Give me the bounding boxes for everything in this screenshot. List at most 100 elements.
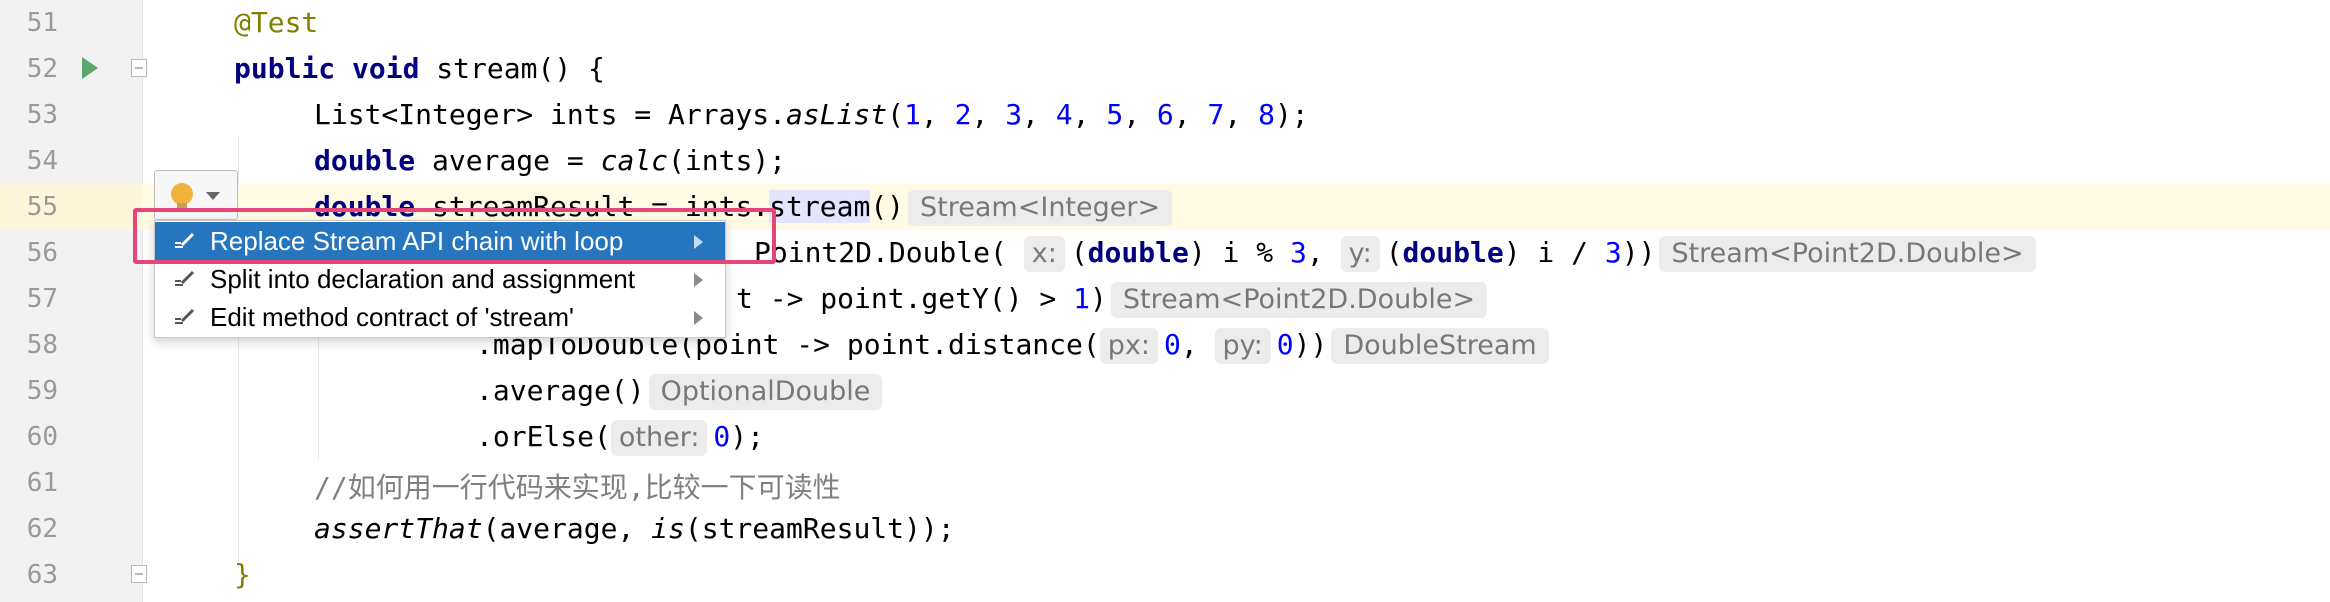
closing-brace: } [234, 558, 251, 591]
code-segment: ( [887, 98, 905, 131]
code-segment: )) [1621, 236, 1656, 269]
number-literal: 3 [1289, 236, 1307, 269]
type-hint: Stream<Point2D.Double> [1659, 236, 2036, 272]
menu-item-edit-method-contract[interactable]: Edit method contract of 'stream' [155, 298, 725, 336]
code-text[interactable]: List<Integer> ints = Arrays.asList(1, 2,… [314, 98, 1309, 131]
code-line-52[interactable]: 52 public void stream() { [0, 46, 2330, 92]
type-hint: Stream<Integer> [908, 190, 1173, 226]
gutter-cell: 58 [0, 322, 142, 368]
code-text[interactable]: @Test [234, 6, 318, 39]
gutter-cell: 55 [0, 184, 142, 230]
number-literal: 0 [1163, 328, 1181, 361]
menu-item-label: Split into declaration and assignment [210, 264, 635, 294]
code-line-61[interactable]: 61 //如何用一行代码来实现,比较一下可读性 [0, 460, 2330, 506]
code-line-62[interactable]: 62 assertThat(average, is(streamResult))… [0, 506, 2330, 552]
code-segment: ) i / [1503, 236, 1605, 269]
number-literal: 3 [1604, 236, 1622, 269]
code-text[interactable]: t -> point.getY() > 1) Stream<Point2D.Dou… [736, 282, 1488, 318]
code-line-60[interactable]: 60 .orElse(other: 0); [0, 414, 2330, 460]
gutter-cell: 60 [0, 414, 142, 460]
line-number: 59 [26, 376, 58, 406]
code-text[interactable]: } [234, 558, 251, 591]
gutter-cell: 57 [0, 276, 142, 322]
line-number: 55 [26, 192, 58, 222]
static-method: assertThat [314, 512, 483, 545]
line-number: 60 [26, 422, 58, 452]
keyword: double [1087, 236, 1189, 269]
code-line-59[interactable]: 59 .average() OptionalDouble [0, 368, 2330, 414]
code-segment: stream() { [419, 52, 605, 85]
code-segment: Point2D.Double( [754, 236, 1007, 269]
annotation: @Test [234, 6, 319, 39]
number-literal: 1 [1073, 282, 1091, 315]
number-literal: 6 [1156, 98, 1174, 131]
static-method: is [651, 512, 685, 545]
highlighted-identifier[interactable]: stream [769, 190, 871, 223]
code-line-63[interactable]: 63 } [0, 552, 2330, 598]
pencil-icon [175, 308, 195, 324]
code-text[interactable]: public void stream() { [234, 52, 605, 85]
fold-end-icon[interactable] [131, 565, 147, 583]
line-number: 53 [26, 100, 58, 130]
keyword: void [352, 52, 420, 85]
code-segment: ); [730, 420, 764, 453]
code-segment: () [870, 190, 905, 223]
type-hint: Stream<Point2D.Double> [1110, 282, 1488, 318]
code-segment: .average() [476, 374, 645, 407]
number-literal: 0 [713, 420, 731, 453]
code-text[interactable]: .orElse(other: 0); [476, 420, 764, 456]
chevron-down-icon [206, 192, 220, 200]
line-number: 62 [26, 514, 58, 544]
code-text[interactable]: double average = calc(ints); [314, 144, 786, 177]
code-line-54[interactable]: 54 double average = calc(ints); [0, 138, 2330, 184]
code-comment: //如何用一行代码来实现,比较一下可读性 [314, 471, 841, 504]
gutter-cell: 62 [0, 506, 142, 552]
code-segment: ) [1090, 282, 1107, 315]
number-literal: 0 [1276, 328, 1294, 361]
parameter-hint: py: [1214, 328, 1271, 364]
keyword: double [1402, 236, 1504, 269]
code-text[interactable]: .average() OptionalDouble [476, 374, 883, 410]
code-segment: t -> point.getY() > [736, 282, 1074, 315]
code-segment: .orElse( [476, 420, 611, 453]
gutter-cell: 51 [0, 0, 142, 46]
code-segment: (streamResult)); [684, 512, 955, 545]
gutter-cell: 53 [0, 92, 142, 138]
line-number: 61 [26, 468, 58, 498]
menu-item-split-declaration[interactable]: Split into declaration and assignment [155, 260, 725, 298]
gutter-cell: 52 [0, 46, 147, 92]
code-segment: (average, [482, 512, 652, 545]
code-segment: ) i % [1188, 236, 1290, 269]
pencil-icon [175, 270, 195, 286]
number-literal: 5 [1106, 98, 1124, 131]
submenu-arrow-icon [694, 311, 703, 325]
parameter-hint: y: [1340, 236, 1380, 272]
code-segment: List<Integer> ints = Arrays. [314, 98, 787, 131]
keyword: public [234, 52, 336, 85]
gutter-cell: 56 [0, 230, 142, 276]
number-literal: 2 [954, 98, 972, 131]
number-literal: 1 [904, 98, 921, 131]
code-line-53[interactable]: 53 List<Integer> ints = Arrays.asList(1,… [0, 92, 2330, 138]
code-segment: )) [1293, 328, 1328, 361]
callout-highlight-box [133, 208, 776, 264]
gutter-cell: 61 [0, 460, 142, 506]
menu-item-label: Edit method contract of 'stream' [210, 302, 574, 332]
code-segment: ( [1070, 236, 1088, 269]
code-segment: ); [1274, 98, 1309, 131]
code-text[interactable]: //如何用一行代码来实现,比较一下可读性 [314, 466, 841, 506]
code-text[interactable]: assertThat(average, is(streamResult)); [314, 512, 955, 545]
line-number: 51 [26, 8, 58, 38]
keyword: double [314, 144, 416, 177]
run-test-icon[interactable] [82, 57, 98, 79]
parameter-hint: other: [610, 420, 708, 456]
static-method: calc [600, 144, 669, 177]
code-line-51[interactable]: 51 @Test [0, 0, 2330, 46]
lightbulb-icon [171, 183, 193, 205]
number-literal: 8 [1258, 98, 1275, 131]
number-literal: 7 [1207, 98, 1225, 131]
code-text[interactable]: Point2D.Double( x: (double) i % 3, y: (dou… [754, 236, 2036, 272]
type-hint: OptionalDouble [648, 374, 883, 410]
fold-icon[interactable] [131, 59, 147, 77]
gutter-cell: 54 [0, 138, 142, 184]
